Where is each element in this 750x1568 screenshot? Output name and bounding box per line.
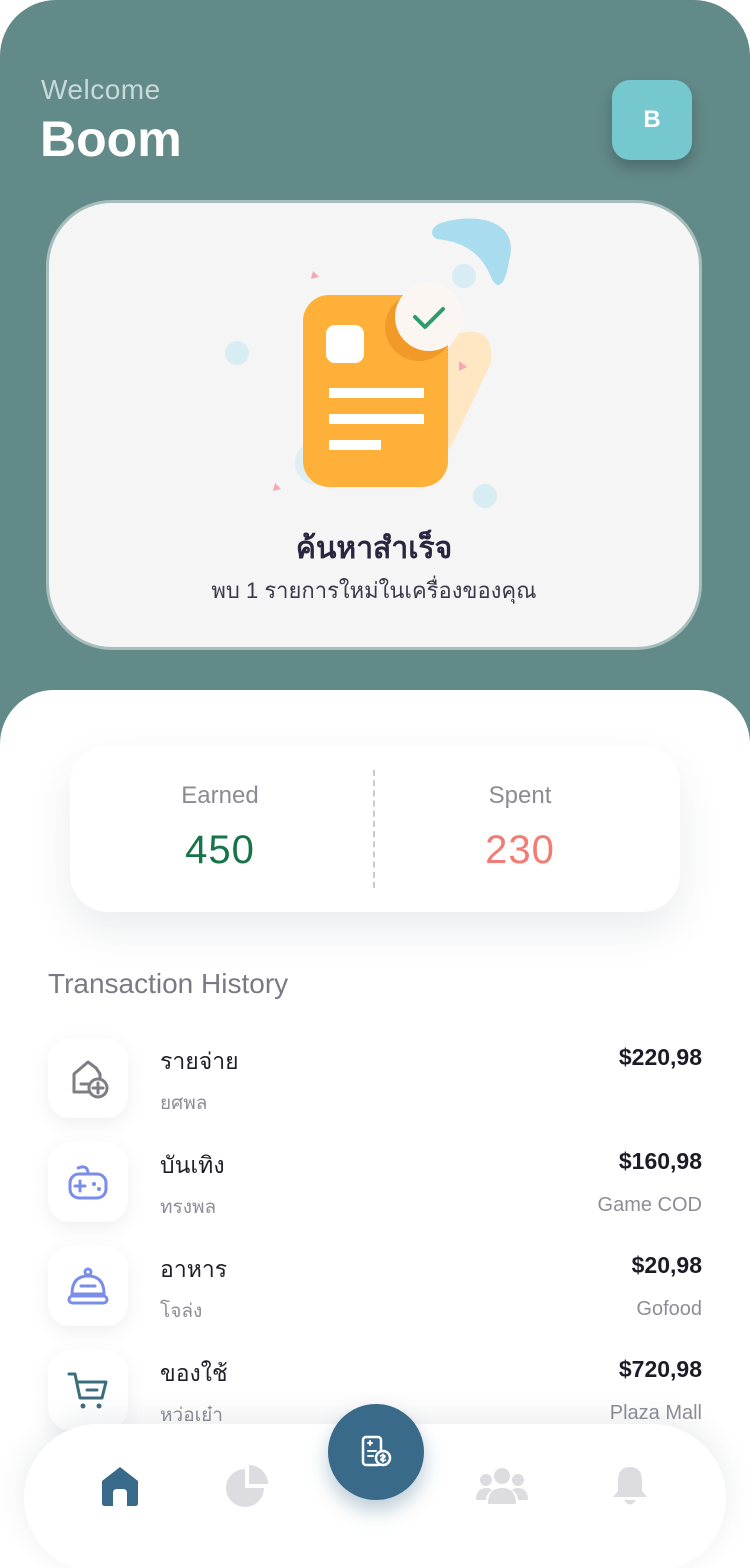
scan-success-card: ค้นหาสำเร็จ พบ 1 รายการใหม่ในเครื่องของค… [46,200,702,650]
avatar[interactable]: B [612,80,692,160]
spent-value: 230 [485,828,555,872]
gamepad-icon [68,1165,108,1200]
nav-notifications[interactable] [602,1458,658,1514]
transaction-merchant: Plaza Mall [609,1402,702,1424]
earned-label: Earned [181,782,259,809]
nav-users[interactable] [474,1458,530,1514]
transaction-subtitle: โจล่ง [160,1301,203,1322]
scan-receipt-icon [361,1435,392,1467]
transaction-icon-box [48,1246,128,1326]
pie-chart-icon [226,1465,268,1507]
receipt-check-icon [225,218,511,508]
greeting: Welcome [41,74,161,105]
success-subtitle: พบ 1 รายการใหม่ในเครื่องของคุณ [211,578,537,603]
transaction-amount: $720,98 [618,1356,702,1382]
transaction-row[interactable]: บันเทิง ทรงพล $160,98 Game COD [48,1142,702,1222]
users-icon [476,1468,528,1504]
spent-label: Spent [488,782,552,809]
success-title: ค้นหาสำเร็จ [295,532,453,565]
transaction-icon-box [48,1038,128,1118]
wallet-add-icon [72,1060,109,1099]
transaction-history-title: Transaction History [48,968,289,999]
transaction-amount: $160,98 [618,1148,702,1174]
earned-value: 450 [185,828,255,872]
transaction-row[interactable]: รายจ่าย ยศพล $220,98 [48,1038,702,1118]
transaction-amount: $220,98 [618,1044,702,1070]
transaction-icon-box [48,1142,128,1222]
username: Boom [40,111,182,167]
scan-receipt-button[interactable] [328,1404,424,1500]
transaction-title: ของใช้ [160,1360,228,1386]
transaction-icon-box [48,1350,128,1430]
nav-stats[interactable] [219,1458,275,1514]
food-cloche-icon [67,1267,109,1305]
cart-icon [67,1372,108,1409]
transaction-merchant: Gofood [636,1298,702,1320]
bell-icon [613,1467,647,1505]
nav-home[interactable] [92,1458,148,1514]
transaction-title: รายจ่าย [160,1048,239,1074]
transaction-merchant: Game COD [597,1194,702,1216]
transaction-subtitle: ยศพล [160,1093,208,1114]
transaction-row[interactable]: อาหาร โจล่ง $20,98 Gofood [48,1246,702,1326]
transaction-amount: $20,98 [631,1252,702,1278]
app-screen: Welcome Boom B ค้นหาสำเร็จ พบ 1 รายการให… [0,0,750,1568]
transaction-title: บันเทิง [160,1152,225,1178]
transaction-title: อาหาร [160,1256,228,1282]
home-icon [102,1467,138,1506]
transaction-subtitle: ทรงพล [160,1197,217,1218]
stats-card: Earned 450 Spent 230 [70,746,680,912]
